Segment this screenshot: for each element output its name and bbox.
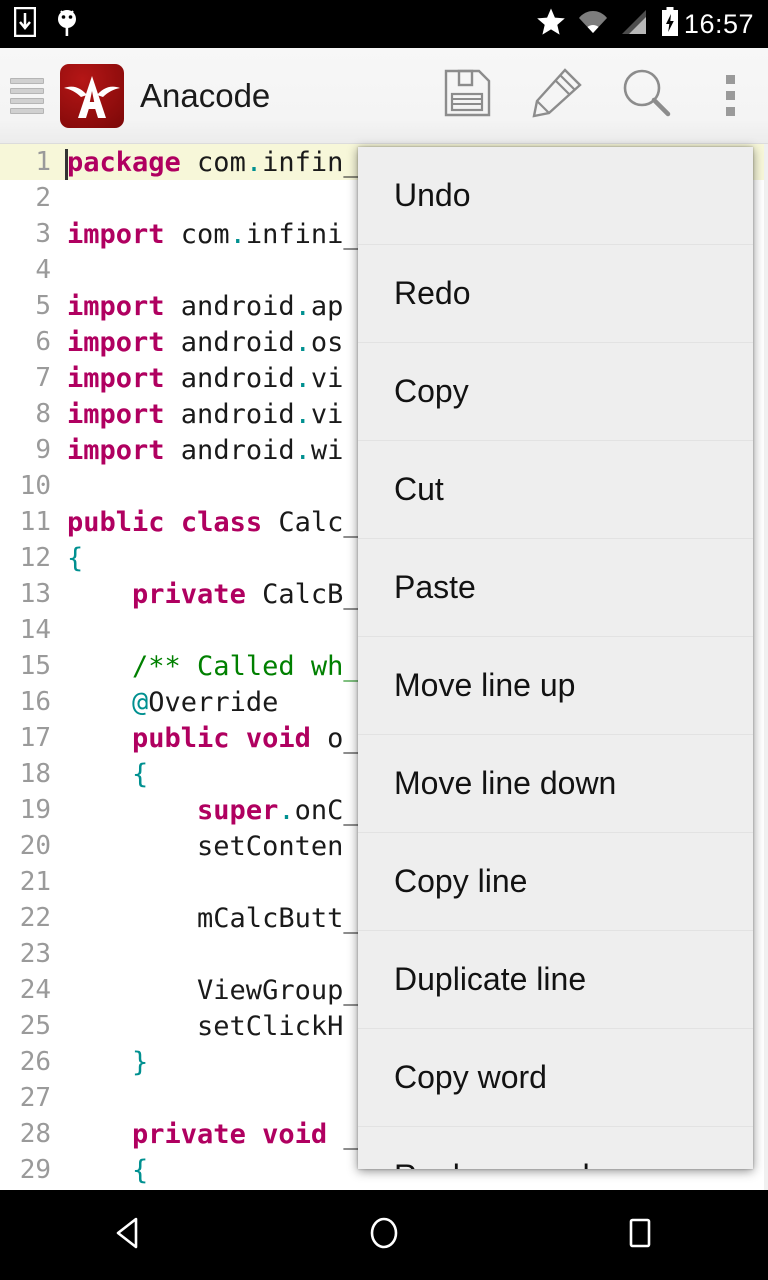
menu-item-cut[interactable]: Cut <box>358 441 753 539</box>
menu-item-label: Paste <box>394 569 476 606</box>
line-number: 27 <box>0 1083 60 1113</box>
magnifier-icon <box>620 66 674 125</box>
menu-item-label: Replace word <box>394 1158 590 1170</box>
app-logo <box>60 64 124 128</box>
menu-item-copy[interactable]: Copy <box>358 343 753 441</box>
line-number: 13 <box>0 579 60 609</box>
nav-home-button[interactable] <box>309 1190 459 1280</box>
app-bar-actions <box>422 48 768 144</box>
android-debug-icon <box>54 6 80 43</box>
menu-item-label: Cut <box>394 471 444 508</box>
edit-button[interactable] <box>512 48 602 144</box>
line-number: 24 <box>0 975 60 1005</box>
overflow-button[interactable] <box>692 48 768 144</box>
status-bar-left-icons <box>14 6 80 43</box>
menu-item-paste[interactable]: Paste <box>358 539 753 637</box>
android-nav-bar <box>0 1190 768 1280</box>
context-menu[interactable]: Undo Redo Copy Cut Paste Move line up Move lin… <box>358 147 753 1169</box>
circle-home-icon <box>364 1213 404 1258</box>
menu-item-label: Move line down <box>394 765 616 802</box>
line-number: 21 <box>0 867 60 897</box>
vertical-dots-icon <box>726 75 735 116</box>
save-button[interactable] <box>422 48 512 144</box>
wifi-icon <box>578 9 608 40</box>
menu-item-label: Copy line <box>394 863 527 900</box>
line-number: 11 <box>0 507 60 537</box>
line-number: 22 <box>0 903 60 933</box>
status-bar: 16:57 <box>0 0 768 48</box>
menu-item-redo[interactable]: Redo <box>358 245 753 343</box>
line-number: 3 <box>0 219 60 249</box>
cell-signal-icon <box>620 9 648 40</box>
battery-charging-icon <box>660 7 680 42</box>
menu-item-label: Duplicate line <box>394 961 586 998</box>
app-bar: Anacode <box>0 48 768 144</box>
menu-item-copy-line[interactable]: Copy line <box>358 833 753 931</box>
line-number: 17 <box>0 723 60 753</box>
square-recents-icon <box>620 1213 660 1258</box>
line-number: 4 <box>0 255 60 285</box>
menu-item-duplicate-line[interactable]: Duplicate line <box>358 931 753 1029</box>
line-number: 28 <box>0 1119 60 1149</box>
line-number: 8 <box>0 399 60 429</box>
line-number: 2 <box>0 183 60 213</box>
page-title: Anacode <box>140 77 270 115</box>
line-number: 10 <box>0 471 60 501</box>
nav-recents-button[interactable] <box>565 1190 715 1280</box>
status-bar-clock: 16:57 <box>684 9 754 40</box>
nav-back-button[interactable] <box>53 1190 203 1280</box>
line-number: 25 <box>0 1011 60 1041</box>
line-number: 16 <box>0 687 60 717</box>
menu-item-label: Copy <box>394 373 469 410</box>
triangle-back-icon <box>108 1213 148 1258</box>
menu-item-label: Undo <box>394 177 471 214</box>
menu-item-undo[interactable]: Undo <box>358 147 753 245</box>
status-bar-right-icons <box>536 7 680 42</box>
line-number: 23 <box>0 939 60 969</box>
line-number: 18 <box>0 759 60 789</box>
line-number: 14 <box>0 615 60 645</box>
editor-vertical-scrollbar[interactable] <box>764 144 768 1190</box>
menu-item-label: Redo <box>394 275 471 312</box>
pencil-icon <box>530 66 584 125</box>
line-number: 12 <box>0 543 60 573</box>
menu-item-move-line-up[interactable]: Move line up <box>358 637 753 735</box>
app-screen: 16:57 Anacode <box>0 0 768 1280</box>
star-icon <box>536 7 566 42</box>
menu-item-move-line-down[interactable]: Move line down <box>358 735 753 833</box>
line-number: 9 <box>0 435 60 465</box>
line-number: 20 <box>0 831 60 861</box>
menu-item-label: Copy word <box>394 1059 547 1096</box>
search-button[interactable] <box>602 48 692 144</box>
menu-item-replace-word[interactable]: Replace word <box>358 1127 753 1169</box>
floppy-disk-icon <box>441 67 493 124</box>
line-number: 6 <box>0 327 60 357</box>
line-number: 19 <box>0 795 60 825</box>
line-number: 1 <box>0 147 60 177</box>
menu-item-label: Move line up <box>394 667 575 704</box>
menu-item-copy-word[interactable]: Copy word <box>358 1029 753 1127</box>
download-icon <box>14 7 36 42</box>
line-number: 29 <box>0 1155 60 1185</box>
hamburger-icon[interactable] <box>10 76 44 116</box>
line-number: 5 <box>0 291 60 321</box>
line-number: 7 <box>0 363 60 393</box>
line-number: 26 <box>0 1047 60 1077</box>
line-number: 15 <box>0 651 60 681</box>
